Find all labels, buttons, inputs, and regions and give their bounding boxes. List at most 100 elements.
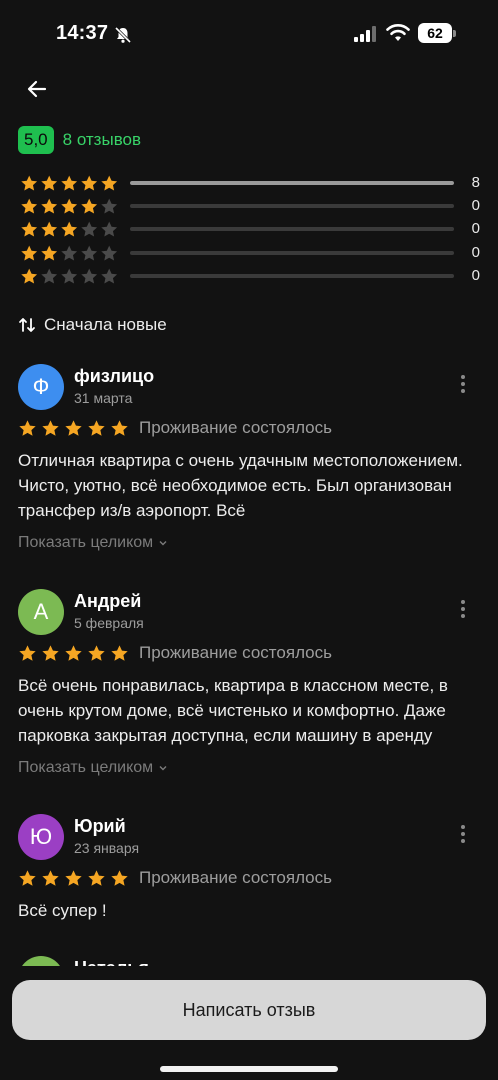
star-empty-icon [61, 268, 78, 284]
more-vertical-icon[interactable] [460, 374, 466, 394]
histogram-row-4: 0 [20, 195, 482, 218]
star-filled-icon [61, 175, 78, 191]
star-empty-icon [81, 222, 98, 238]
histogram-row-3: 0 [20, 218, 482, 241]
more-vertical-icon[interactable] [460, 824, 466, 844]
star-empty-icon [101, 268, 118, 284]
show-more-link[interactable]: Показать целиком [18, 534, 167, 552]
back-button[interactable] [20, 72, 54, 106]
review-rating: Проживание состоялось [18, 418, 332, 438]
arrow-left-icon [27, 80, 47, 98]
home-indicator[interactable] [160, 1066, 338, 1072]
more-vertical-icon[interactable] [460, 599, 466, 619]
star-empty-icon [81, 245, 98, 261]
review-rating: Проживание состоялось [18, 643, 332, 663]
reviews-count: 8 отзывов [62, 130, 142, 149]
histogram-bar [130, 227, 454, 232]
star-empty-icon [41, 268, 58, 284]
sort-button[interactable]: Сначала новые [18, 312, 167, 338]
avatar[interactable]: Ф [18, 364, 64, 410]
review-text: Отличная квартира с очень удачным местоп… [18, 451, 463, 520]
avatar[interactable]: Ю [18, 814, 64, 860]
review-author: Юрий [74, 816, 126, 836]
rating-badge: 5,0 [18, 126, 54, 154]
status-time: 14:37 [56, 22, 109, 44]
star-filled-icon [88, 869, 105, 886]
star-filled-icon [81, 175, 98, 191]
sort-arrows-icon [19, 318, 35, 332]
histogram-bar [130, 250, 454, 255]
star-filled-icon [19, 869, 36, 886]
histogram-row-5: 8 [20, 172, 482, 195]
show-more-label: Показать целиком [18, 759, 154, 776]
histogram-row-1: 0 [20, 265, 482, 288]
histogram-bar [130, 273, 454, 278]
star-filled-icon [65, 644, 82, 661]
review-date: 31 марта [74, 390, 133, 406]
battery-indicator: 62 [418, 23, 456, 43]
sort-label: Сначала новые [44, 315, 167, 334]
histogram-bar-fill [130, 181, 454, 185]
stay-status: Проживание состоялось [139, 418, 332, 437]
star-filled-icon [41, 175, 58, 191]
histogram-stars [20, 244, 120, 263]
star-filled-icon [41, 198, 58, 214]
review-stars [18, 869, 133, 888]
battery-level: 62 [418, 23, 452, 43]
histogram-bar [130, 204, 454, 209]
review-author: Андрей [74, 591, 142, 611]
star-filled-icon [81, 198, 98, 214]
star-empty-icon [81, 268, 98, 284]
histogram-stars [20, 220, 120, 239]
battery-tip [453, 30, 456, 37]
star-filled-icon [21, 222, 38, 238]
star-empty-icon [101, 245, 118, 261]
stay-status: Проживание состоялось [139, 643, 332, 662]
histogram-stars [20, 197, 120, 216]
histogram-stars [20, 174, 120, 193]
histogram-count: 8 [471, 174, 480, 191]
review-date: 5 февраля [74, 615, 144, 631]
star-filled-icon [111, 644, 128, 661]
star-filled-icon [61, 198, 78, 214]
star-filled-icon [21, 245, 38, 261]
histogram-count: 0 [471, 266, 480, 284]
write-review-button[interactable]: Написать отзыв [12, 980, 486, 1040]
star-filled-icon [111, 419, 128, 436]
show-more-label: Показать целиком [18, 534, 154, 551]
star-empty-icon [101, 222, 118, 238]
star-filled-icon [65, 869, 82, 886]
review-text: Всё супер ! [18, 901, 107, 920]
star-filled-icon [42, 419, 59, 436]
histogram-count: 0 [471, 197, 480, 215]
star-filled-icon [88, 644, 105, 661]
star-filled-icon [42, 869, 59, 886]
star-filled-icon [42, 644, 59, 661]
star-empty-icon [61, 245, 78, 261]
star-filled-icon [101, 175, 118, 191]
chevron-down-icon [159, 766, 167, 771]
review-card: Ю Юрий 23 января Проживание состоялось В… [18, 814, 482, 934]
histogram-count: 0 [471, 243, 480, 261]
star-filled-icon [21, 268, 38, 284]
histogram-bar [130, 181, 454, 185]
star-filled-icon [88, 419, 105, 436]
star-filled-icon [111, 869, 128, 886]
review-author: физлицо [74, 366, 155, 386]
bell-muted-icon [114, 26, 132, 44]
show-more-link[interactable]: Показать целиком [18, 759, 167, 777]
signal-icon [354, 26, 376, 42]
review-stars [18, 644, 133, 663]
status-bar: 14:37 62 [0, 0, 498, 66]
rating-summary: 5,0 8 отзывов [18, 126, 141, 154]
star-filled-icon [19, 419, 36, 436]
rating-histogram: 8 0 0 0 0 [20, 172, 482, 288]
chevron-down-icon [159, 541, 167, 546]
star-filled-icon [41, 222, 58, 238]
star-filled-icon [21, 198, 38, 214]
star-filled-icon [65, 419, 82, 436]
star-filled-icon [19, 644, 36, 661]
avatar[interactable]: А [18, 589, 64, 635]
review-card: А Андрей 5 февраля Проживание состоялось… [18, 589, 482, 789]
review-card: Ф физлицо 31 марта Проживание состоялось… [18, 364, 482, 564]
